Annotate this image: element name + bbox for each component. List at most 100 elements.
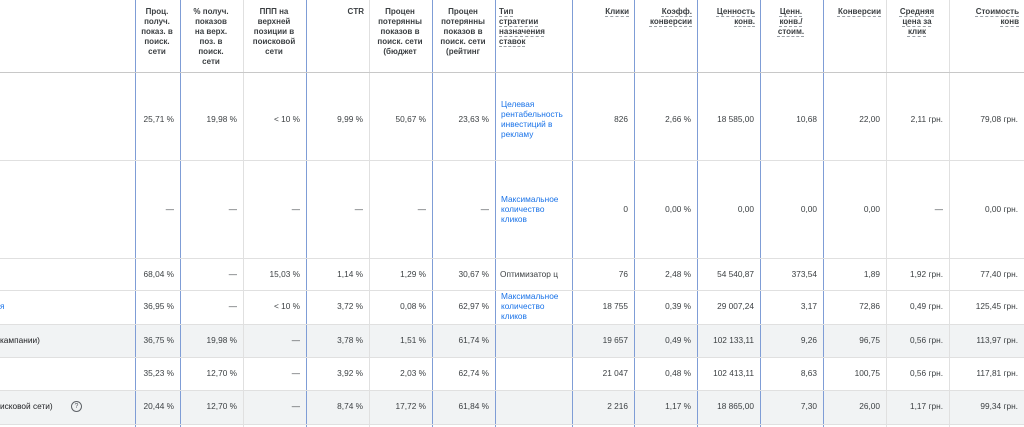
table-cell-impr-share: 35,23 %: [143, 368, 174, 378]
table-cell-lost-rank: —: [480, 204, 489, 214]
column-header-ctr[interactable]: CTR: [310, 0, 364, 72]
row-divider: [0, 160, 1024, 161]
table-cell-lost-budget: 17,72 %: [395, 401, 426, 411]
table-cell-top-impr: 19,98 %: [206, 114, 237, 124]
column-header-label: CTR: [347, 7, 364, 16]
row-label[interactable]: исковой сети): [0, 399, 130, 413]
table-cell-clicks: 2 216: [607, 401, 628, 411]
help-icon[interactable]: ?: [71, 401, 82, 412]
column-header-top-impr[interactable]: % получ. показов на верх. поз. в поиск. …: [184, 0, 238, 72]
table-cell-clicks: 19 657: [602, 335, 628, 345]
table-cell-value-cost: 7,30: [800, 401, 817, 411]
column-header-cost-conv[interactable]: Стоимость конв: [953, 0, 1019, 72]
header-divider: [0, 72, 1024, 73]
table-cell-conversions: 26,00: [859, 401, 880, 411]
table-cell-conversions: 72,86: [859, 301, 880, 311]
table-cell-conv-rate: 0,49 %: [665, 335, 691, 345]
column-header-label: Проц. получ. показ. в поиск. сети: [141, 7, 173, 56]
table-cell-value-cost: 9,26: [800, 335, 817, 345]
table-cell-cost-conv: 125,45 грн.: [975, 301, 1018, 311]
table-cell-conv-value: 18 865,00: [717, 401, 754, 411]
column-header-conv-rate[interactable]: Коэфф. конверсии: [638, 0, 692, 72]
table-cell-top-pos: 15,03 %: [269, 269, 300, 279]
column-header-avg-cpc[interactable]: Средняя цена за клик: [890, 0, 944, 72]
table-cell-lost-rank: 61,74 %: [458, 335, 489, 345]
table-cell-impr-share: 20,44 %: [143, 401, 174, 411]
table-cell-conversions: 100,75: [854, 368, 880, 378]
table-cell-clicks: 21 047: [602, 368, 628, 378]
column-header-label: % получ. показов на верх. поз. в поиск. …: [193, 7, 229, 66]
table-cell-conv-rate: 1,17 %: [665, 401, 691, 411]
table-cell-top-impr: 12,70 %: [206, 401, 237, 411]
column-divider: [949, 0, 950, 427]
table-cell-top-impr: —: [228, 301, 237, 311]
column-divider: [243, 0, 244, 427]
table-cell-avg-cpc: 0,56 грн.: [910, 368, 943, 378]
column-header-label: Ценн. конв./ стоим.: [777, 7, 805, 36]
row-label[interactable]: я: [0, 299, 130, 313]
table-cell-conversions: 96,75: [859, 335, 880, 345]
table-cell-conv-value: 102 133,11: [713, 335, 754, 345]
table-cell-conv-value: 0,00: [737, 204, 754, 214]
column-header-clicks[interactable]: Клики: [576, 0, 629, 72]
table-cell-lost-budget: 1,29 %: [400, 269, 426, 279]
column-header-value-cost[interactable]: Ценн. конв./ стоим.: [764, 0, 818, 72]
column-divider: [180, 0, 181, 427]
column-divider: [886, 0, 887, 427]
table-cell-top-pos: < 10 %: [273, 114, 300, 124]
table-cell-conv-value: 102 413,11: [713, 368, 754, 378]
row-divider: [0, 424, 1024, 425]
column-divider: [823, 0, 824, 427]
row-label[interactable]: кампании): [0, 333, 130, 347]
column-header-bid-strategy[interactable]: Тип стратегии назначения ставок: [499, 0, 567, 72]
column-header-impr-share[interactable]: Проц. получ. показ. в поиск. сети: [139, 0, 175, 72]
row-divider: [0, 390, 1024, 391]
table-cell-value-cost: 3,17: [800, 301, 817, 311]
column-header-label: Средняя цена за клик: [899, 7, 935, 36]
table-cell-avg-cpc: 0,56 грн.: [910, 335, 943, 345]
table-cell-cost-conv: 0,00 грн.: [985, 204, 1018, 214]
table-cell-ctr: 9,99 %: [337, 114, 363, 124]
table-cell-avg-cpc: 0,49 грн.: [910, 301, 943, 311]
table-cell-lost-rank: 62,97 %: [458, 301, 489, 311]
column-header-conv-value[interactable]: Ценность конв.: [701, 0, 755, 72]
row-divider: [0, 324, 1024, 325]
column-header-label: Ценность конв.: [716, 7, 755, 26]
table-cell-cost-conv: 113,97 грн.: [976, 335, 1018, 345]
table-cell-cost-conv: 79,08 грн.: [980, 114, 1018, 124]
bid-strategy-link[interactable]: Максимальное количество кликов: [501, 194, 570, 224]
bid-strategy-link[interactable]: Максимальное количество кликов: [501, 291, 570, 321]
table-cell-ctr: —: [354, 204, 363, 214]
column-divider: [369, 0, 370, 427]
table-cell-top-pos: —: [291, 335, 300, 345]
table-cell-impr-share: 68,04 %: [143, 269, 174, 279]
table-cell-ctr: 3,72 %: [337, 301, 363, 311]
column-header-lost-budget[interactable]: Процен потерянны показов в поиск. сети (…: [373, 0, 427, 72]
table-cell-cost-conv: 77,40 грн.: [980, 269, 1018, 279]
table-cell-clicks: 76: [618, 269, 628, 279]
column-header-label: Стоимость конв: [975, 7, 1019, 26]
column-header-conversions[interactable]: Конверсии: [827, 0, 881, 72]
table-cell-conv-value: 29 007,24: [717, 301, 754, 311]
table-cell-conversions: 22,00: [859, 114, 880, 124]
table-cell-lost-rank: 62,74 %: [458, 368, 489, 378]
table-cell-cost-conv: 117,81 грн.: [976, 368, 1018, 378]
table-cell-clicks: 826: [614, 114, 628, 124]
column-divider: [306, 0, 307, 427]
table-cell-conversions: 1,89: [863, 269, 880, 279]
column-header-top-pos[interactable]: ППП на верхней позиции в поисковой сети: [247, 0, 301, 72]
bid-strategy-link[interactable]: Целевая рентабельность инвестиций в рекл…: [501, 99, 570, 139]
table-cell-avg-cpc: 1,92 грн.: [910, 269, 943, 279]
table-cell-value-cost: 8,63: [800, 368, 817, 378]
table-cell-top-pos: —: [291, 401, 300, 411]
table-cell-clicks: 0: [623, 204, 628, 214]
table-cell-lost-rank: 30,67 %: [458, 269, 489, 279]
table-cell-lost-rank: 61,84 %: [458, 401, 489, 411]
column-header-lost-rank[interactable]: Процен потерянны показов в поиск. сети (…: [436, 0, 490, 72]
column-header-label: Процен потерянны показов в поиск. сети (…: [377, 7, 423, 56]
table-cell-lost-budget: 2,03 %: [400, 368, 426, 378]
column-header-label: Процен потерянны показов в поиск. сети (…: [440, 7, 486, 56]
table-cell-ctr: 1,14 %: [337, 269, 363, 279]
column-divider: [760, 0, 761, 427]
table-cell-conv-rate: 0,48 %: [665, 368, 691, 378]
